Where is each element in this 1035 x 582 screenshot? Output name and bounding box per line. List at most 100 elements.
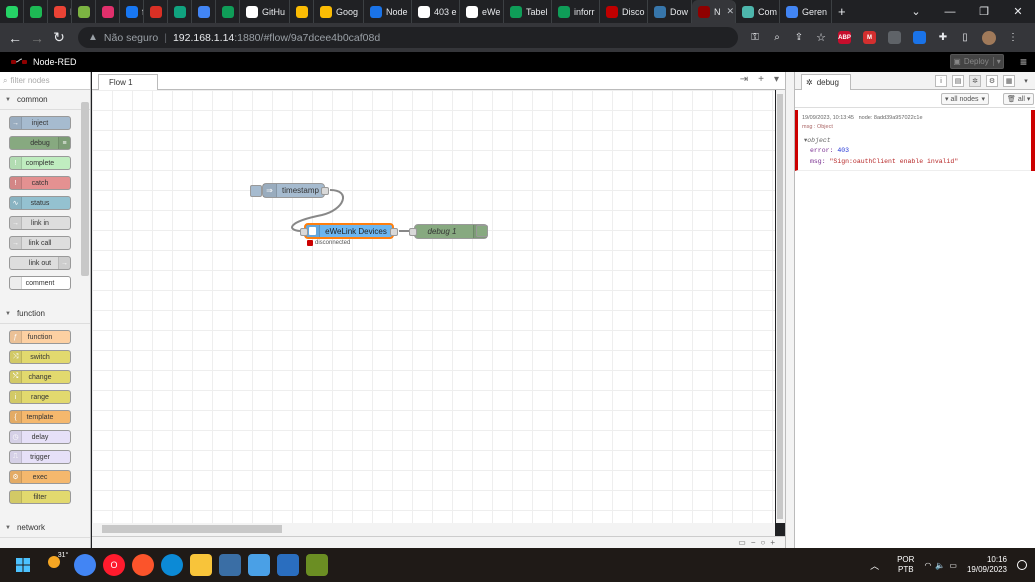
- forward-button[interactable]: →: [26, 30, 48, 46]
- deploy-button[interactable]: ▣ Deploy ▾: [950, 54, 1004, 69]
- tab-flow-1[interactable]: Flow 1: [98, 74, 158, 90]
- palette-node-change[interactable]: ⤭ change: [9, 370, 71, 384]
- weather-widget[interactable]: 31°: [41, 552, 68, 576]
- new-tab-button[interactable]: +: [832, 0, 850, 23]
- taskbar-app-notepad-icon[interactable]: [248, 554, 270, 576]
- vertical-scroll-thumb[interactable]: [777, 94, 783, 519]
- extension-icon-2[interactable]: [888, 31, 901, 44]
- browser-tab-11[interactable]: [290, 0, 314, 23]
- palette-node-exec[interactable]: ⚙ exec: [9, 470, 71, 484]
- object-toggle[interactable]: ▾object: [804, 136, 831, 144]
- volume-icon[interactable]: 🔈: [935, 561, 945, 570]
- taskbar-app-brave-icon[interactable]: [132, 554, 154, 576]
- close-window-button[interactable]: ✕: [1001, 5, 1035, 18]
- taskbar-app-explorer-icon[interactable]: [190, 554, 212, 576]
- clock[interactable]: 10:16 19/09/2023: [967, 555, 1007, 575]
- browser-tab-4[interactable]: [96, 0, 120, 23]
- back-button[interactable]: ←: [4, 30, 26, 46]
- notification-icon[interactable]: [1017, 560, 1027, 570]
- minimize-button[interactable]: —: [933, 6, 967, 18]
- browser-tab-12[interactable]: Goog: [314, 0, 364, 23]
- language-indicator[interactable]: POR PTB: [897, 555, 914, 575]
- windows-start-icon[interactable]: [12, 554, 34, 576]
- add-flow-icon[interactable]: +: [758, 74, 764, 85]
- tab-list-icon[interactable]: ⇥: [740, 74, 748, 85]
- palette-node-trigger[interactable]: ⎍ trigger: [9, 450, 71, 464]
- palette-node-filter[interactable]: filter: [9, 490, 71, 504]
- palette-node-inject[interactable]: → inject: [9, 116, 71, 130]
- palette-node-template[interactable]: {template: [9, 410, 71, 424]
- palette-category-common[interactable]: ▼ common: [0, 90, 90, 110]
- info-icon[interactable]: i: [935, 75, 947, 87]
- deploy-dropdown-icon[interactable]: ▾: [992, 57, 1001, 66]
- browser-tab-3[interactable]: [72, 0, 96, 23]
- tab-search-icon[interactable]: ⌄: [899, 5, 933, 18]
- side-panel-icon[interactable]: ▯: [954, 32, 976, 43]
- puzzle-icon[interactable]: ✚: [932, 32, 954, 43]
- debug-bug-icon[interactable]: ✲: [969, 75, 981, 87]
- browser-tab-15[interactable]: eWe: [460, 0, 504, 23]
- tray-overflow-icon[interactable]: ︿: [870, 559, 879, 572]
- maximize-button[interactable]: ❐: [967, 5, 1001, 18]
- horizontal-scroll-thumb[interactable]: [102, 525, 282, 533]
- browser-tab-16[interactable]: Tabel: [504, 0, 552, 23]
- tab-debug[interactable]: ✲ debug: [801, 74, 851, 90]
- zoom-in-icon[interactable]: +: [770, 538, 775, 547]
- config-gear-icon[interactable]: ⚙: [986, 75, 998, 87]
- browser-tab-17[interactable]: inforr: [552, 0, 600, 23]
- help-book-icon[interactable]: ▤: [952, 75, 964, 87]
- share-icon[interactable]: ⇪: [788, 32, 810, 43]
- input-port[interactable]: [300, 228, 308, 236]
- sidebar-separator[interactable]: [785, 72, 794, 548]
- profile-avatar[interactable]: [982, 30, 996, 45]
- taskbar-app-photos-icon[interactable]: [219, 554, 241, 576]
- clear-messages-button[interactable]: 🗑 all ▾: [1003, 93, 1035, 105]
- palette-node-link-in[interactable]: → link in: [9, 216, 71, 230]
- browser-tab-19[interactable]: Dow: [648, 0, 692, 23]
- input-port[interactable]: [409, 228, 417, 236]
- navigator-icon[interactable]: ▭: [738, 538, 746, 547]
- zoom-out-icon[interactable]: −: [751, 538, 756, 547]
- taskbar-app-edge-icon[interactable]: [161, 554, 183, 576]
- output-port[interactable]: [321, 187, 329, 195]
- browser-tab-8[interactable]: [192, 0, 216, 23]
- palette-category-function[interactable]: ▼ function: [0, 304, 90, 324]
- browser-tab-18[interactable]: Disco: [600, 0, 648, 23]
- palette-node-comment[interactable]: comment: [9, 276, 71, 290]
- palette-scrollbar[interactable]: [81, 102, 89, 276]
- filter-nodes-select[interactable]: ▾ all nodes ▾: [941, 93, 990, 105]
- debug-toggle-button[interactable]: [476, 225, 488, 237]
- palette-filter-input[interactable]: ⌕ filter nodes: [0, 72, 90, 90]
- browser-tab-10[interactable]: GitHu: [240, 0, 290, 23]
- browser-tab-21[interactable]: Com: [736, 0, 780, 23]
- close-tab-icon[interactable]: ✕: [727, 6, 735, 17]
- zoom-icon[interactable]: ⌕: [766, 32, 788, 43]
- browser-tab-7[interactable]: [168, 0, 192, 23]
- zoom-reset-icon[interactable]: ○: [760, 538, 765, 547]
- palette-category-network[interactable]: ▼ network: [0, 518, 90, 538]
- browser-tab-0[interactable]: [0, 0, 24, 23]
- key-icon[interactable]: ⚿: [744, 32, 766, 43]
- flow-workspace[interactable]: ⇒ timestamp eWeLink Devices disconnected…: [92, 90, 775, 523]
- taskbar-app-app2-icon[interactable]: [306, 554, 328, 576]
- palette-node-switch[interactable]: ⤨ switch: [9, 350, 71, 364]
- browser-tab-9[interactable]: [216, 0, 240, 23]
- palette-node-debug[interactable]: ≡ debug: [9, 136, 71, 150]
- menu-kebab-icon[interactable]: ⋮: [1002, 32, 1024, 43]
- debug-message[interactable]: 19/09/2023, 10:13:45 node: 8add39a957022…: [795, 110, 1035, 171]
- palette-node-complete[interactable]: ! complete: [9, 156, 71, 170]
- battery-icon[interactable]: ▭: [949, 561, 957, 570]
- browser-tab-2[interactable]: M: [48, 0, 72, 23]
- extension-icon-3[interactable]: [913, 31, 926, 44]
- palette-node-delay[interactable]: ◷ delay: [9, 430, 71, 444]
- bookmark-star-icon[interactable]: ☆: [810, 31, 832, 44]
- browser-tab-6[interactable]: [144, 0, 168, 23]
- palette-node-range[interactable]: i range: [9, 390, 71, 404]
- taskbar-app-app-icon[interactable]: [277, 554, 299, 576]
- wifi-icon[interactable]: ◠: [924, 561, 931, 570]
- inject-button[interactable]: [250, 185, 262, 197]
- browser-tab-14[interactable]: 403 e: [412, 0, 460, 23]
- flow-node-timestamp[interactable]: ⇒ timestamp: [262, 183, 329, 198]
- extension-icon-1[interactable]: M: [863, 31, 876, 44]
- taskbar-app-opera-icon[interactable]: O: [103, 554, 125, 576]
